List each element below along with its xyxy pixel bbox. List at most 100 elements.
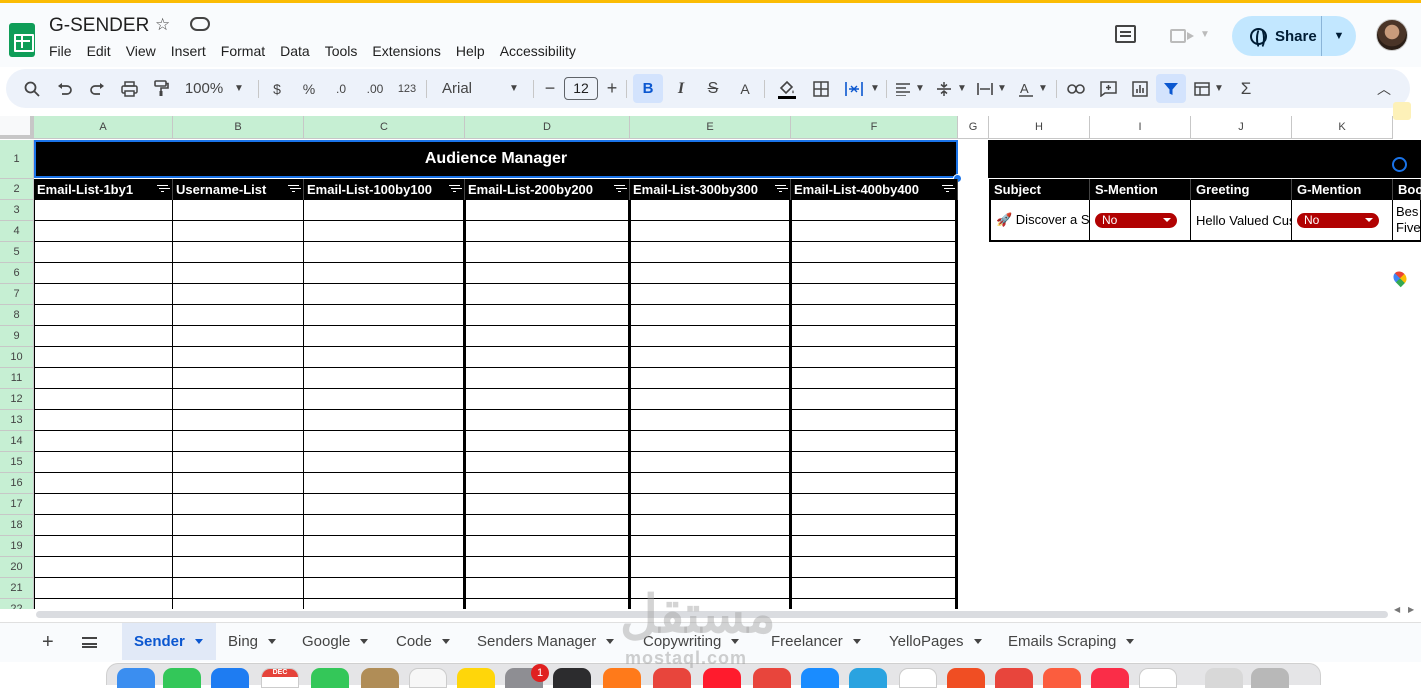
tab-caret-icon[interactable]: [441, 639, 450, 644]
filter-button[interactable]: [1156, 74, 1186, 103]
share-dropdown-icon[interactable]: ▼: [1322, 30, 1356, 42]
insert-link-icon[interactable]: [1064, 69, 1088, 108]
row-header[interactable]: 5: [0, 242, 34, 263]
insert-comment-icon[interactable]: [1096, 69, 1120, 108]
comments-icon[interactable]: [1115, 25, 1136, 43]
tab-caret-icon[interactable]: [360, 639, 369, 644]
tab-caret-icon[interactable]: [973, 639, 982, 644]
star-icon[interactable]: ☆: [155, 15, 170, 35]
filter-icon[interactable]: [614, 185, 625, 193]
filter-icon[interactable]: [288, 185, 299, 193]
merge-caret-icon[interactable]: ▼: [869, 69, 881, 108]
column-header-k[interactable]: K: [1292, 116, 1393, 139]
subject-cell[interactable]: 🚀 Discover a S: [989, 200, 1090, 242]
menu-accessibility[interactable]: Accessibility: [500, 43, 576, 59]
row-header[interactable]: 16: [0, 473, 34, 494]
increase-decimal-button[interactable]: .00: [362, 69, 388, 108]
tab-code[interactable]: Code: [384, 623, 464, 660]
app-icon[interactable]: [361, 668, 399, 688]
row-header[interactable]: 21: [0, 578, 34, 599]
menu-insert[interactable]: Insert: [171, 43, 206, 59]
search-menus-icon[interactable]: [20, 69, 44, 108]
s-mention-dropdown-chip[interactable]: No: [1095, 212, 1177, 228]
downloads-icon[interactable]: [1205, 668, 1243, 688]
row-header[interactable]: 22: [0, 599, 34, 609]
app-icon[interactable]: [1139, 668, 1177, 688]
row-header[interactable]: 2: [0, 179, 34, 200]
add-sheet-icon[interactable]: +: [42, 631, 54, 654]
borders-icon[interactable]: [809, 69, 833, 108]
functions-button[interactable]: Σ: [1236, 69, 1256, 108]
cell-area[interactable]: [34, 200, 958, 609]
font-select[interactable]: Arial: [442, 69, 482, 108]
paint-format-icon[interactable]: [149, 69, 173, 108]
font-size-input[interactable]: 12: [564, 77, 598, 100]
tab-caret-icon[interactable]: [606, 639, 615, 644]
row-header[interactable]: 7: [0, 284, 34, 305]
bold-button[interactable]: B: [633, 74, 663, 103]
row-header[interactable]: 11: [0, 368, 34, 389]
greeting-cell[interactable]: Hello Valued Cus: [1191, 200, 1292, 242]
row-header[interactable]: 3: [0, 200, 34, 221]
menu-data[interactable]: Data: [280, 43, 310, 59]
g-mention-dropdown-chip[interactable]: No: [1297, 212, 1379, 228]
row-header[interactable]: 15: [0, 452, 34, 473]
reminders-icon[interactable]: [409, 668, 447, 688]
row-header[interactable]: 19: [0, 536, 34, 557]
tab-senders-manager[interactable]: Senders Manager: [465, 623, 630, 660]
italic-button[interactable]: I: [673, 69, 689, 108]
check-circle-icon[interactable]: [1392, 157, 1407, 172]
trash-icon[interactable]: [1251, 668, 1289, 688]
document-title[interactable]: G-SENDER: [49, 15, 149, 37]
halign-caret-icon[interactable]: ▼: [914, 69, 926, 108]
menu-help[interactable]: Help: [456, 43, 485, 59]
column-header-d[interactable]: D: [465, 116, 630, 139]
row-header[interactable]: 12: [0, 389, 34, 410]
row-header[interactable]: 17: [0, 494, 34, 515]
filter-icon[interactable]: [775, 185, 786, 193]
undo-icon[interactable]: [53, 69, 77, 108]
tab-bing[interactable]: Bing: [216, 623, 282, 660]
all-sheets-menu-icon[interactable]: [82, 637, 97, 648]
column-header-g[interactable]: G: [958, 116, 989, 139]
app-icon[interactable]: [995, 668, 1033, 688]
row-header[interactable]: 4: [0, 221, 34, 242]
tab-caret-icon[interactable]: [268, 639, 277, 644]
tab-emails-scraping[interactable]: Emails Scraping: [996, 623, 1146, 660]
avatar[interactable]: [1376, 19, 1408, 51]
row-header[interactable]: 13: [0, 410, 34, 431]
facetime-icon[interactable]: [311, 668, 349, 688]
menu-tools[interactable]: Tools: [325, 43, 358, 59]
meet-caret-icon[interactable]: ▼: [1200, 29, 1210, 40]
share-button[interactable]: Share ▼: [1232, 16, 1356, 56]
terminal-icon[interactable]: [553, 668, 591, 688]
column-header-i[interactable]: I: [1090, 116, 1191, 139]
row-header[interactable]: 1: [0, 140, 34, 179]
header-cell-email-list-1by1[interactable]: Email-List-1by1: [34, 179, 173, 200]
maps-pin-icon[interactable]: [1390, 268, 1410, 288]
column-header-a[interactable]: A: [34, 116, 173, 139]
select-all-corner[interactable]: [0, 116, 34, 139]
finder-icon[interactable]: [117, 668, 155, 688]
filter-icon[interactable]: [449, 185, 460, 193]
header-cell-username-list[interactable]: Username-List: [173, 179, 304, 200]
fill-color-icon[interactable]: [775, 69, 799, 108]
telegram-icon[interactable]: [849, 668, 887, 688]
column-header-e[interactable]: E: [630, 116, 791, 139]
row-header[interactable]: 14: [0, 431, 34, 452]
number-format-button[interactable]: 123: [394, 69, 420, 108]
tab-freelancer[interactable]: Freelancer: [759, 623, 879, 660]
menu-view[interactable]: View: [126, 43, 156, 59]
cloud-status-icon[interactable]: [190, 17, 210, 31]
font-caret-icon[interactable]: ▼: [508, 69, 520, 108]
header-cell-body[interactable]: Boo: [1393, 179, 1421, 200]
tab-caret-icon[interactable]: [1126, 639, 1135, 644]
horizontal-align-icon[interactable]: [893, 69, 913, 108]
brave-icon[interactable]: [1043, 668, 1081, 688]
app-icon[interactable]: [603, 668, 641, 688]
tab-sender[interactable]: Sender: [122, 623, 216, 660]
font-size-increase-icon[interactable]: +: [604, 69, 620, 108]
app-icon[interactable]: [899, 668, 937, 688]
chrome-icon[interactable]: [653, 668, 691, 688]
menu-file[interactable]: File: [49, 43, 72, 59]
